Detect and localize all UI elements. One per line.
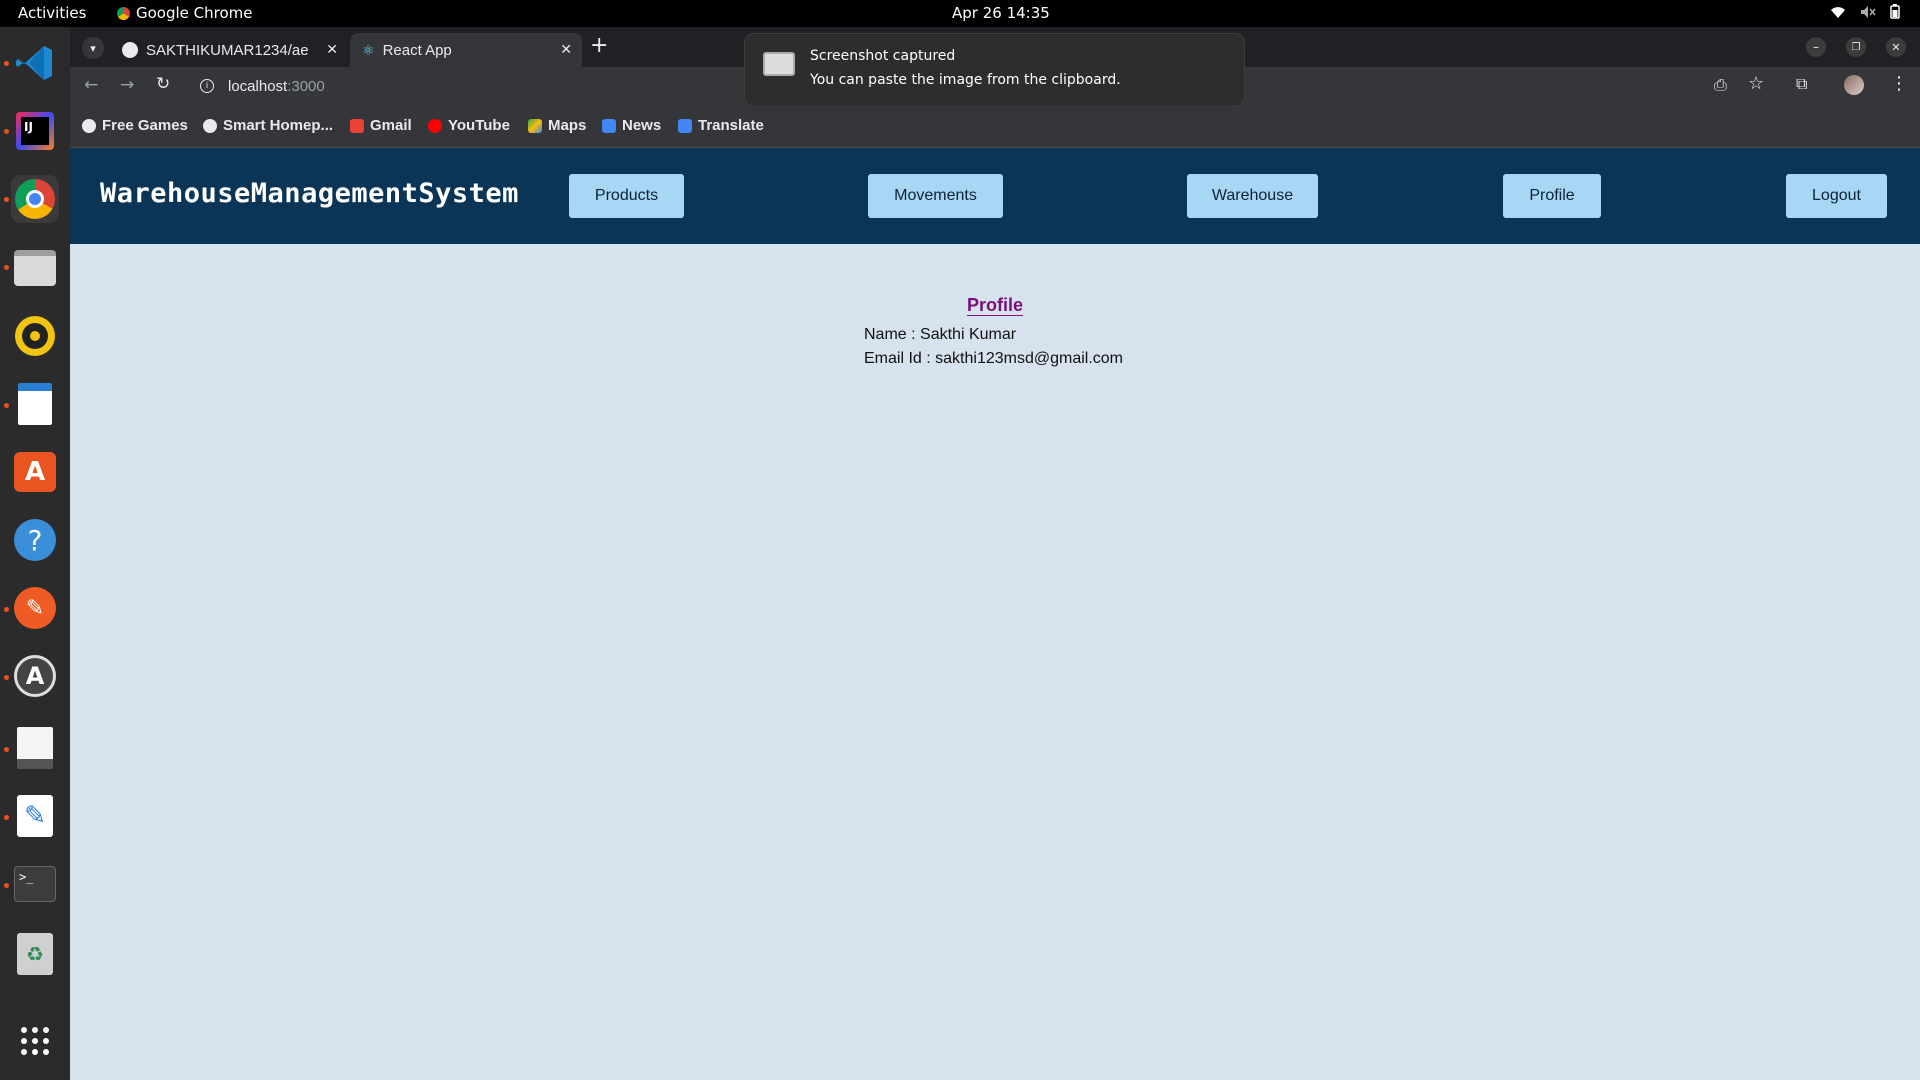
menu-icon[interactable]: ⋮ <box>1890 73 1908 94</box>
writer-icon[interactable] <box>11 380 59 428</box>
bookmarks-bar: Free Games Smart Homep... Gmail YouTube … <box>70 105 1920 148</box>
url-host: localhost <box>228 77 288 95</box>
chrome-dock-icon[interactable] <box>11 175 59 223</box>
nav-warehouse-button[interactable]: Warehouse <box>1187 174 1318 218</box>
tab-github-title: SAKTHIKUMAR1234/ae <box>146 41 309 59</box>
rhythmbox-icon[interactable] <box>11 312 59 360</box>
intellij-icon[interactable]: IJ <box>11 107 59 155</box>
app-menu[interactable]: Google Chrome <box>117 4 253 22</box>
maps-icon <box>528 118 542 133</box>
bookmark-smart-homepage[interactable]: Smart Homep... <box>203 117 333 134</box>
globe-icon <box>82 118 96 133</box>
gmail-icon <box>350 118 364 133</box>
youtube-icon <box>428 118 442 133</box>
back-icon[interactable]: ← <box>84 75 98 95</box>
wifi-icon <box>1831 6 1845 18</box>
close-window-button[interactable]: ✕ <box>1886 37 1906 57</box>
nav-profile-button[interactable]: Profile <box>1503 174 1601 218</box>
profile-title: Profile <box>966 295 1023 315</box>
translate-icon <box>678 118 692 133</box>
bookmark-translate[interactable]: Translate <box>678 117 764 134</box>
new-tab-button[interactable]: + <box>590 33 608 58</box>
app-navbar: WarehouseManagementSystem Products Movem… <box>70 148 1920 244</box>
bookmark-gmail[interactable]: Gmail <box>350 117 412 134</box>
install-app-icon[interactable]: ⎙ <box>1714 75 1727 95</box>
bookmark-maps[interactable]: Maps <box>528 117 586 134</box>
bookmark-star-icon[interactable]: ☆ <box>1748 73 1764 94</box>
react-icon: ⚛ <box>362 41 375 58</box>
software-center-icon[interactable]: A <box>11 448 59 496</box>
postman-icon[interactable]: ✎ <box>11 584 59 632</box>
files-icon[interactable] <box>11 244 59 292</box>
updater-icon[interactable]: A <box>11 652 59 700</box>
globe-icon <box>203 118 217 133</box>
news-icon <box>602 118 616 133</box>
ubuntu-dock: IJ A ? ✎ A ✎ >_ ♻ <box>0 27 70 1080</box>
system-tray[interactable] <box>1830 4 1900 19</box>
email-value: sakthi123msd@gmail.com <box>935 350 1124 367</box>
notification-body: You can paste the image from the clipboa… <box>810 72 1121 88</box>
help-icon[interactable]: ? <box>11 516 59 564</box>
tab-react-title: React App <box>382 41 452 59</box>
trash-icon[interactable]: ♻ <box>11 930 59 978</box>
profile-email-row: Email Id : sakthi123msd@gmail.com <box>864 350 1123 368</box>
show-apps-icon[interactable] <box>11 1017 59 1065</box>
minimize-button[interactable]: – <box>1806 37 1826 57</box>
brand-title: WarehouseManagementSystem <box>100 178 519 209</box>
vscode-icon[interactable] <box>11 39 59 87</box>
text-editor-icon[interactable]: ✎ <box>11 792 59 840</box>
bookmark-free-games[interactable]: Free Games <box>82 117 188 134</box>
nav-movements-button[interactable]: Movements <box>868 174 1003 218</box>
chrome-icon <box>117 6 130 20</box>
site-info-icon[interactable]: i <box>200 79 214 93</box>
bookmark-news[interactable]: News <box>602 117 661 134</box>
volume-muted-icon <box>1861 5 1876 18</box>
email-label: Email Id : <box>864 350 931 367</box>
profile-name-row: Name : Sakthi Kumar <box>864 326 1016 344</box>
document-viewer-icon[interactable] <box>11 724 59 772</box>
name-label: Name : <box>864 326 916 343</box>
logout-button[interactable]: Logout <box>1786 174 1887 218</box>
close-icon[interactable]: ✕ <box>326 41 338 58</box>
restore-button[interactable]: ❐ <box>1846 37 1866 57</box>
app-menu-label: Google Chrome <box>136 4 253 22</box>
forward-icon[interactable]: → <box>120 75 134 95</box>
notification-title: Screenshot captured <box>810 48 956 64</box>
name-value: Sakthi Kumar <box>920 326 1017 343</box>
terminal-icon[interactable]: >_ <box>11 860 59 908</box>
url-port: :3000 <box>287 77 325 95</box>
screenshot-icon <box>763 52 795 76</box>
app-page: WarehouseManagementSystem Products Movem… <box>70 148 1920 1080</box>
activities-button[interactable]: Activities <box>18 4 86 22</box>
screenshot-notification[interactable]: Screenshot captured You can paste the im… <box>744 33 1245 107</box>
bookmark-youtube[interactable]: YouTube <box>428 117 510 134</box>
close-icon[interactable]: ✕ <box>560 41 572 58</box>
tab-react-app[interactable]: ⚛ React App ✕ <box>350 33 582 67</box>
github-icon <box>122 42 138 58</box>
profile-section: Profile <box>70 295 1920 316</box>
nav-products-button[interactable]: Products <box>569 174 684 218</box>
battery-icon <box>1890 4 1900 19</box>
clock[interactable]: Apr 26 14:35 <box>952 4 1050 22</box>
reload-icon[interactable]: ↻ <box>156 74 170 94</box>
system-top-bar: Activities Google Chrome Apr 26 14:35 <box>0 0 1920 27</box>
profile-avatar[interactable] <box>1844 75 1864 95</box>
tab-github[interactable]: SAKTHIKUMAR1234/ae ✕ <box>110 33 348 67</box>
tab-search-icon[interactable]: ▾ <box>82 37 104 59</box>
extensions-icon[interactable]: ⧉ <box>1796 74 1807 94</box>
